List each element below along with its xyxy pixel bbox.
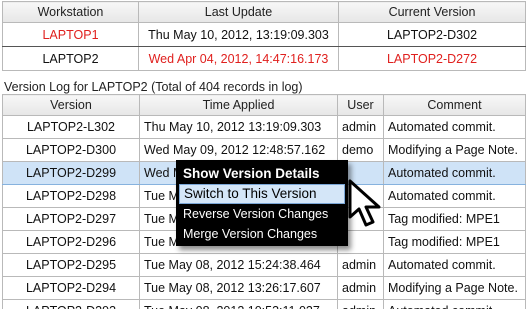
table-row[interactable]: LAPTOP2-D294 Tue May 08, 2012 13:26:17.6… [2,276,526,300]
time-applied-cell[interactable]: Tue May 08, 2012 15:24:38.464 [139,253,338,277]
time-applied-cell[interactable]: Tue May 08, 2012 13:26:17.607 [139,276,338,300]
menu-item-switch-to-this-version[interactable]: Switch to This Version [179,184,345,204]
version-cell[interactable]: LAPTOP2-D300 [2,138,140,162]
time-applied-cell[interactable]: Thu May 10, 2012 13:19:09.303 [139,115,338,139]
workstation-name[interactable]: LAPTOP2 [2,46,139,71]
user-cell[interactable]: demo [337,138,384,162]
table-row[interactable]: LAPTOP2-D293 Tue May 08, 2012 10:53:11.0… [2,299,526,309]
version-cell[interactable]: LAPTOP2-D294 [2,276,140,300]
menu-item-show-version-details[interactable]: Show Version Details [177,164,347,184]
version-cell[interactable]: LAPTOP2-D299 [2,161,140,185]
comment-cell[interactable]: Automated commit. [383,299,526,309]
comment-cell[interactable]: Modifying a Page Note. [383,138,526,162]
workstation-current-version[interactable]: LAPTOP2-D272 [338,46,526,71]
workstation-last-update[interactable]: Wed Apr 04, 2012, 14:47:16.173 [138,46,339,71]
workstation-current-version[interactable]: LAPTOP2-D302 [338,22,526,47]
time-applied-cell[interactable]: Tue May 08, 2012 10:53:11.027 [139,299,338,309]
workstation-table: Workstation Last Update Current Version … [2,1,526,71]
comment-cell[interactable]: Automated commit. [383,184,526,208]
version-log-header-row: Version Time Applied User Comment [2,94,526,116]
menu-item-reverse-version-changes[interactable]: Reverse Version Changes [177,204,347,224]
user-cell[interactable]: admin [337,299,384,309]
comment-cell[interactable]: Modifying a Page Note. [383,276,526,300]
table-row[interactable]: LAPTOP2-L302 Thu May 10, 2012 13:19:09.3… [2,115,526,139]
table-row[interactable]: LAPTOP2-D295 Tue May 08, 2012 15:24:38.4… [2,253,526,277]
workstation-name[interactable]: LAPTOP1 [2,22,139,47]
column-header-version[interactable]: Version [2,94,140,116]
version-cell[interactable]: LAPTOP2-D296 [2,230,140,254]
version-cell[interactable]: LAPTOP2-D297 [2,207,140,231]
version-cell[interactable]: LAPTOP2-D295 [2,253,140,277]
comment-cell[interactable]: Tag modified: MPE1 [383,230,526,254]
workstation-header-row: Workstation Last Update Current Version [2,1,526,23]
arrow-cursor-icon [348,179,381,227]
menu-item-merge-version-changes[interactable]: Merge Version Changes [177,224,347,244]
time-applied-cell[interactable]: Wed May 09, 2012 12:48:57.162 [139,138,338,162]
comment-cell[interactable]: Automated commit. [383,161,526,185]
comment-cell[interactable]: Automated commit. [383,253,526,277]
version-cell[interactable]: LAPTOP2-D293 [2,299,140,309]
version-log-caption: Version Log for LAPTOP2 (Total of 404 re… [4,80,303,94]
user-cell[interactable]: admin [337,276,384,300]
workstation-row-laptop2[interactable]: LAPTOP2 Wed Apr 04, 2012, 14:47:16.173 L… [2,46,526,71]
column-header-user[interactable]: User [337,94,384,116]
version-cell[interactable]: LAPTOP2-D298 [2,184,140,208]
context-menu: Show Version Details Switch to This Vers… [176,160,348,246]
column-header-workstation[interactable]: Workstation [2,1,139,23]
comment-cell[interactable]: Tag modified: MPE1 [383,207,526,231]
comment-cell[interactable]: Automated commit. [383,115,526,139]
column-header-current-version[interactable]: Current Version [338,1,526,23]
version-cell[interactable]: LAPTOP2-L302 [2,115,140,139]
column-header-time-applied[interactable]: Time Applied [139,94,338,116]
column-header-last-update[interactable]: Last Update [138,1,339,23]
workstation-last-update[interactable]: Thu May 10, 2012, 13:19:09.303 [138,22,339,47]
column-header-comment[interactable]: Comment [383,94,526,116]
user-cell[interactable]: admin [337,115,384,139]
user-cell[interactable]: admin [337,253,384,277]
workstation-row-laptop1[interactable]: LAPTOP1 Thu May 10, 2012, 13:19:09.303 L… [2,22,526,47]
table-row[interactable]: LAPTOP2-D300 Wed May 09, 2012 12:48:57.1… [2,138,526,162]
